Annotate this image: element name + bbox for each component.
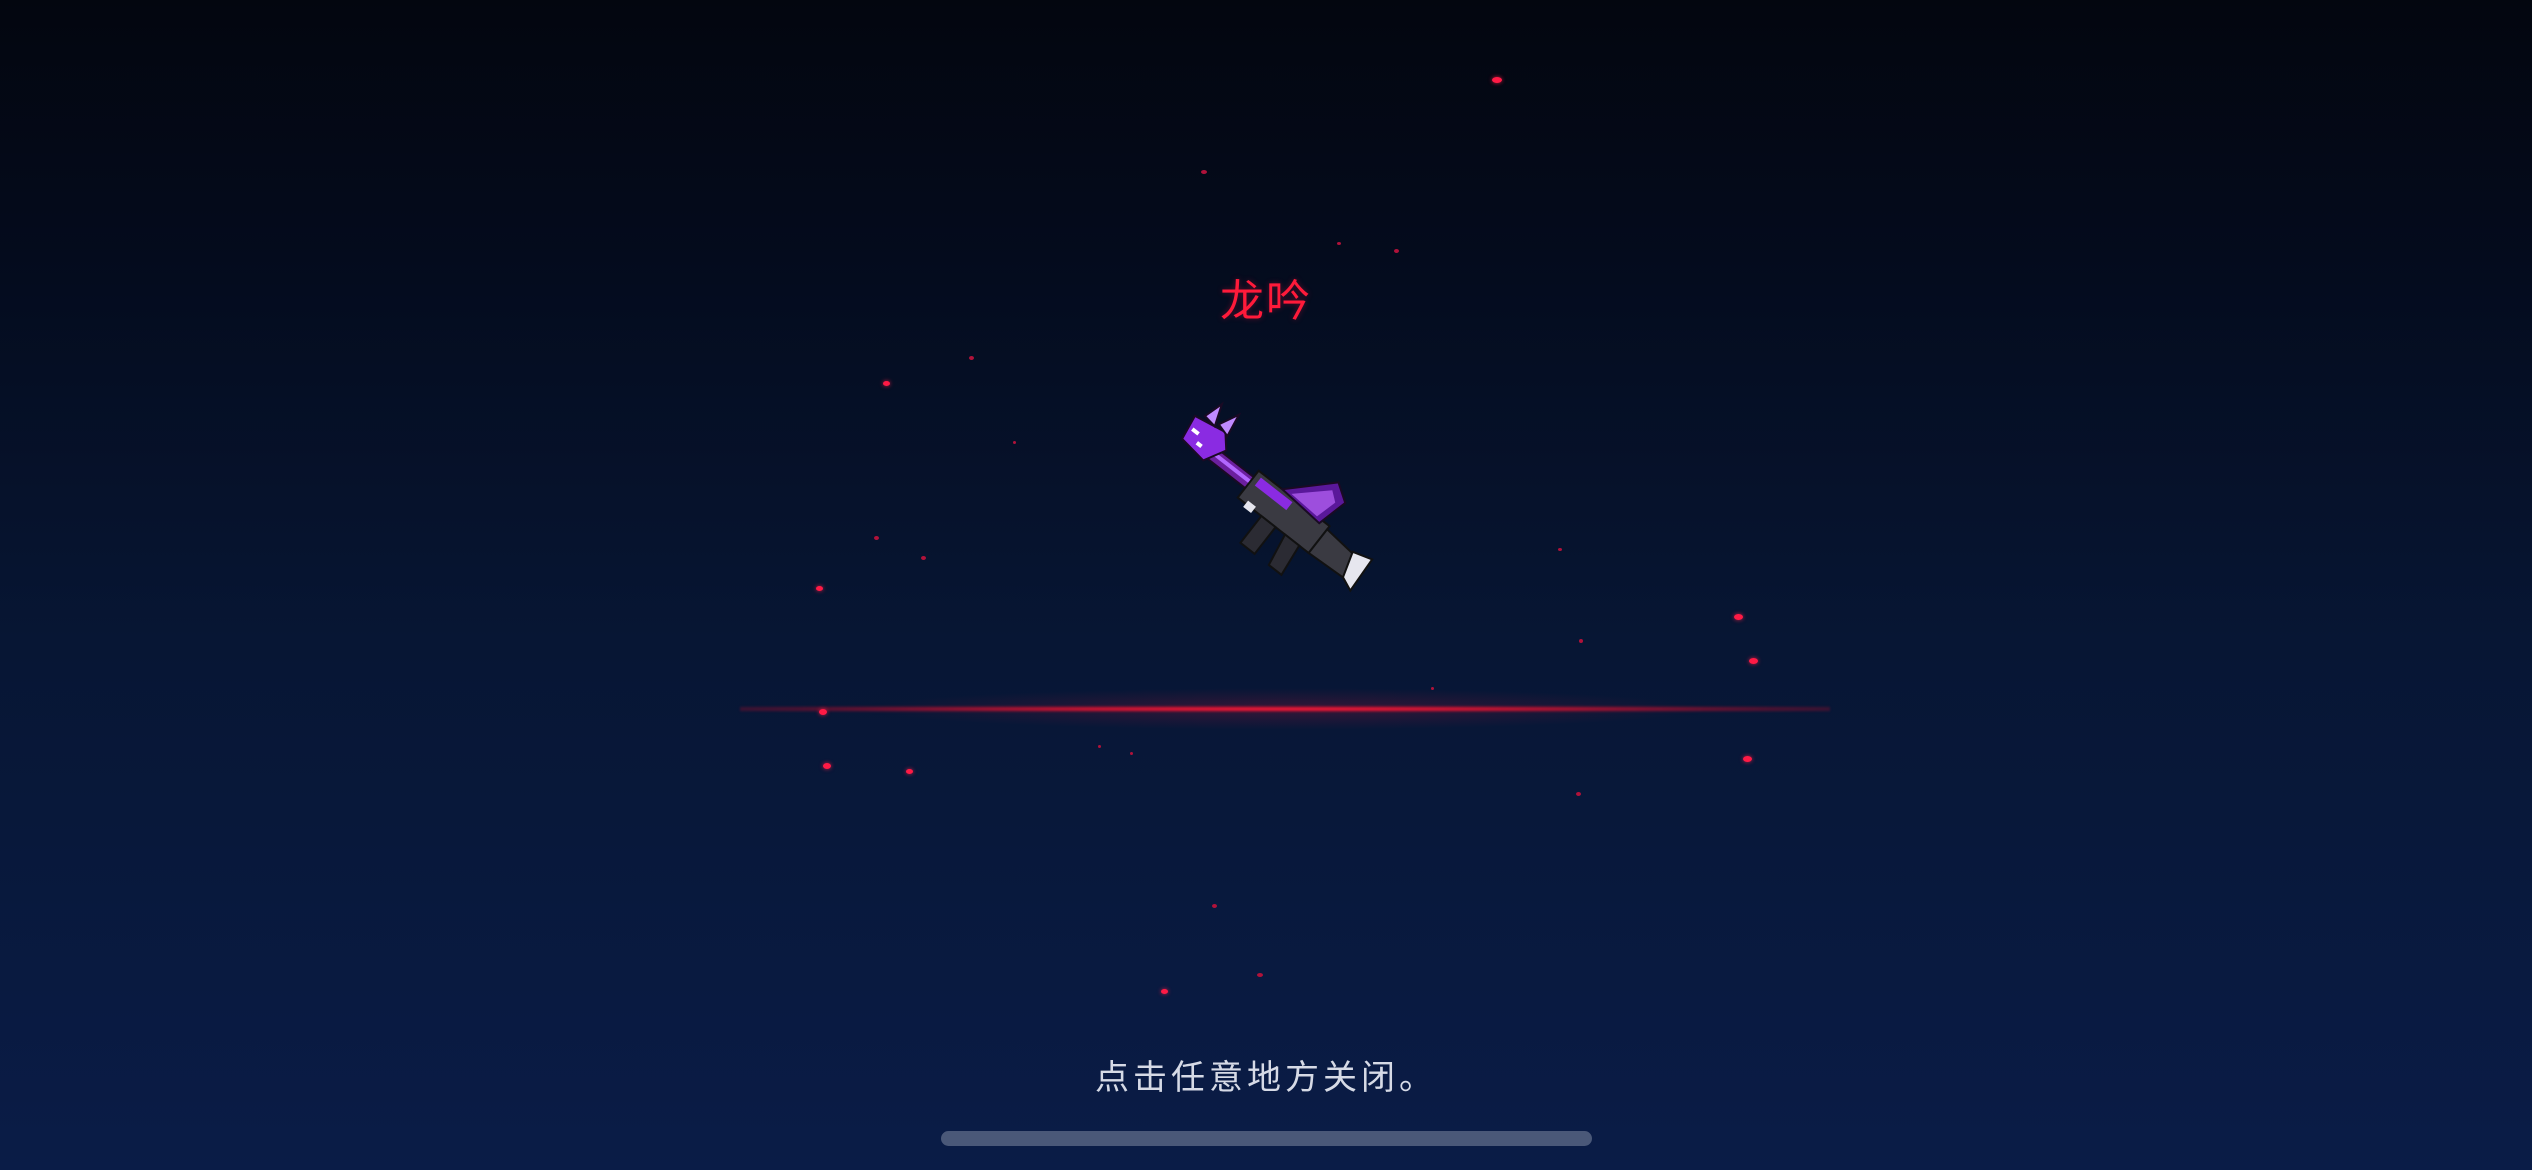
dragon-rifle-weapon-icon — [1180, 401, 1374, 593]
spark-particle — [1013, 441, 1016, 444]
close-hint-text: 点击任意地方关闭。 — [1095, 1058, 1437, 1098]
spark-particle — [1212, 904, 1217, 908]
spark-particle — [1734, 614, 1743, 620]
spark-particle — [1337, 242, 1341, 245]
spark-particle — [1576, 792, 1581, 796]
reward-popup-overlay[interactable]: 龙吟 点击任意地方关闭。 — [0, 0, 2532, 1170]
spark-particle — [1743, 756, 1752, 762]
spark-particle — [819, 709, 827, 715]
spark-particle — [969, 356, 974, 360]
spark-particle — [816, 586, 823, 591]
home-indicator-bar[interactable] — [941, 1131, 1592, 1146]
spark-particle — [874, 536, 879, 540]
spark-particle — [1130, 752, 1133, 755]
spark-particle — [1201, 170, 1207, 174]
item-name-title: 龙吟 — [1220, 276, 1312, 327]
spark-particle — [1492, 77, 1502, 83]
spark-particle — [1579, 639, 1583, 643]
spark-particle — [1558, 548, 1562, 551]
spark-particle — [1161, 989, 1168, 994]
spark-particle — [823, 763, 831, 769]
spark-particle — [1431, 687, 1434, 690]
reveal-glow-line — [740, 706, 1830, 712]
spark-particle — [906, 769, 913, 774]
spark-particle — [1394, 249, 1399, 253]
spark-particle — [883, 381, 890, 386]
spark-particle — [921, 556, 926, 560]
spark-particle — [1098, 745, 1101, 748]
spark-particle — [1257, 973, 1263, 977]
spark-particle — [1749, 658, 1758, 664]
